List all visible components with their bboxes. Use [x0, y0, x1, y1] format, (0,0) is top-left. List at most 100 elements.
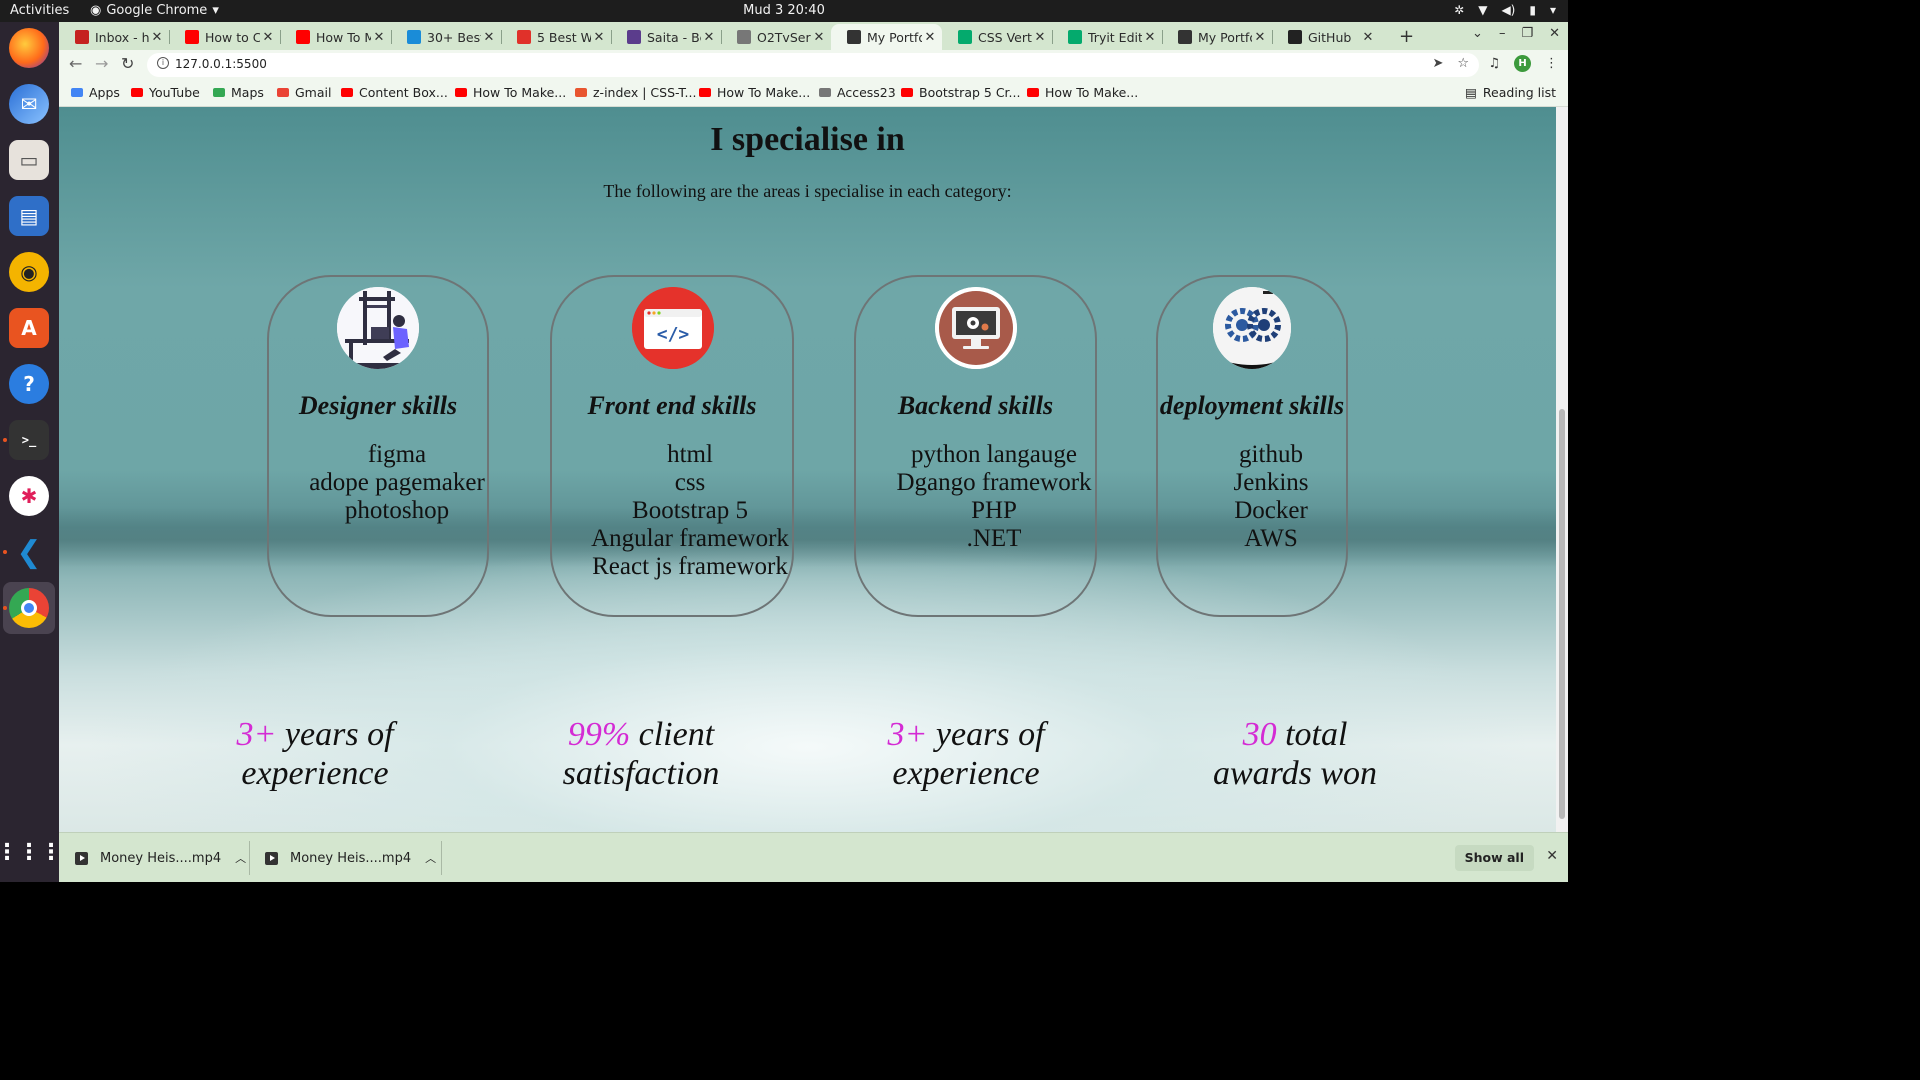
close-tab-icon[interactable]: ✕: [1142, 30, 1158, 45]
app-menu-label: Google Chrome: [106, 3, 208, 18]
stat-text: years of: [276, 716, 394, 753]
bookmark-item[interactable]: Bootstrap 5 Cr...: [901, 85, 1020, 100]
terminal-icon[interactable]: >_: [9, 420, 49, 460]
card-title: deployment skills: [1159, 391, 1345, 420]
bookmark-item[interactable]: Access23: [819, 85, 896, 100]
skill-item: python langauge: [911, 441, 1077, 468]
bookmark-item[interactable]: Gmail: [277, 85, 331, 100]
tab-1[interactable]: Inbox - he✕: [59, 24, 169, 50]
download-item[interactable]: Money Heis....mp4 ︿: [265, 833, 436, 883]
close-tab-icon[interactable]: ✕: [1360, 30, 1376, 45]
site-icon: [627, 30, 641, 44]
chevron-up-icon[interactable]: ︿: [235, 850, 246, 866]
gmail-icon: [75, 30, 89, 44]
site-icon: [407, 30, 421, 44]
back-button[interactable]: ←: [69, 54, 82, 73]
tab-title: How To M: [316, 29, 371, 45]
forward-button[interactable]: →: [95, 54, 108, 73]
reload-button[interactable]: ↻: [121, 54, 134, 73]
tab-search-icon[interactable]: ⌄: [1472, 26, 1483, 41]
bookmark-item[interactable]: How To Make...: [455, 85, 566, 100]
firefox-icon[interactable]: [9, 28, 49, 68]
bookmark-item[interactable]: Maps: [213, 85, 264, 100]
minimize-button[interactable]: –: [1499, 26, 1506, 41]
tab-10[interactable]: Tryit Edito✕: [1052, 24, 1162, 50]
tab-6[interactable]: Saita - Bes✕: [611, 24, 721, 50]
close-shelf-icon[interactable]: ✕: [1546, 848, 1558, 864]
vscode-icon[interactable]: ❮: [9, 532, 49, 572]
close-tab-icon[interactable]: ✕: [1252, 30, 1268, 45]
skills-list: html css Bootstrap 5 Angular framework R…: [552, 441, 828, 581]
thunderbird-icon[interactable]: ✉: [9, 84, 49, 124]
bookmark-item[interactable]: Content Box...: [341, 85, 448, 100]
bookmark-label: How To Make...: [473, 85, 567, 100]
tab-5[interactable]: 5 Best We✕: [501, 24, 611, 50]
skill-item: Angular framework: [591, 525, 789, 552]
chrome-icon[interactable]: [9, 588, 49, 628]
skill-item: React js framework: [592, 553, 788, 580]
stat-text-line2: satisfaction: [562, 755, 720, 792]
help-icon[interactable]: ?: [9, 364, 49, 404]
color-picker-icon: ✲: [1454, 3, 1465, 17]
bookmark-item[interactable]: How To Make...: [1027, 85, 1138, 100]
bookmark-item[interactable]: Apps: [71, 85, 120, 100]
close-tab-icon[interactable]: ✕: [811, 30, 827, 45]
dock: ✉ ▭ ▤ ◉ A ? >_ ✱ ❮ ⋮⋮⋮: [0, 22, 62, 882]
bookmark-item[interactable]: How To Make...: [699, 85, 810, 100]
tab-3[interactable]: How To M ✕: [280, 24, 391, 50]
media-controls-icon[interactable]: ♫: [1488, 56, 1500, 71]
files-icon[interactable]: ▭: [9, 140, 49, 180]
writer-icon[interactable]: ▤: [9, 196, 49, 236]
rhythmbox-icon[interactable]: ◉: [9, 252, 49, 292]
close-tab-icon[interactable]: ✕: [260, 30, 276, 45]
section-subtitle: The following are the areas i specialise…: [603, 181, 1012, 201]
close-tab-icon[interactable]: ✕: [371, 30, 387, 45]
tab-2[interactable]: How to Cr✕: [169, 24, 280, 50]
new-tab-button[interactable]: +: [1399, 26, 1414, 47]
tab-9[interactable]: CSS Vertic✕: [942, 24, 1052, 50]
tab-4[interactable]: 30+ Best S✕: [391, 24, 501, 50]
tab-8[interactable]: My Portfo ✕: [831, 24, 942, 50]
reading-list-button[interactable]: ▤ Reading list: [1465, 85, 1556, 100]
stat-highlight: 30: [1242, 716, 1277, 753]
show-apps-grid-icon[interactable]: ⋮⋮⋮: [0, 832, 62, 872]
close-tab-icon[interactable]: ✕: [1032, 30, 1048, 45]
app-menu[interactable]: ◉ Google Chrome ▾: [90, 3, 219, 18]
bookmarks-bar: Apps YouTube Maps Gmail Content Box... How To…: [59, 80, 1568, 107]
download-item[interactable]: Money Heis....mp4 ︿: [75, 833, 246, 883]
bookmark-star-icon[interactable]: ☆: [1457, 56, 1469, 71]
slack-icon[interactable]: ✱: [9, 476, 49, 516]
tab-7[interactable]: O2TvSerie✕: [721, 24, 831, 50]
activities-button[interactable]: Activities: [10, 3, 69, 18]
profile-avatar[interactable]: H: [1514, 55, 1531, 72]
close-tab-icon[interactable]: ✕: [149, 30, 165, 45]
skills-list: python langauge Dgango framework PHP .NE…: [856, 441, 1132, 553]
system-tray[interactable]: ✲ ▼ ◀) ▮ ▾: [1454, 3, 1556, 17]
software-center-icon[interactable]: A: [9, 308, 49, 348]
bookmark-label: Content Box...: [359, 85, 448, 100]
tab-11[interactable]: My Portfo ✕: [1162, 24, 1272, 50]
close-tab-icon[interactable]: ✕: [701, 30, 717, 45]
close-tab-icon[interactable]: ✕: [922, 30, 938, 45]
gears-icon: [1213, 287, 1291, 369]
site-info-icon[interactable]: i: [157, 57, 169, 69]
card-title: Backend skills: [897, 391, 1054, 420]
menu-kebab-icon[interactable]: ⋮: [1545, 56, 1558, 71]
bookmark-label: YouTube: [149, 85, 200, 100]
close-window-button[interactable]: ✕: [1549, 26, 1560, 41]
bookmark-item[interactable]: YouTube: [131, 85, 200, 100]
close-tab-icon[interactable]: ✕: [591, 30, 607, 45]
show-all-button[interactable]: Show all: [1454, 845, 1534, 871]
restore-button[interactable]: ❐: [1521, 26, 1533, 41]
send-tab-icon[interactable]: ➤: [1432, 56, 1443, 71]
close-tab-icon[interactable]: ✕: [481, 30, 497, 45]
reading-list-label: Reading list: [1482, 85, 1556, 100]
chevron-up-icon[interactable]: ︿: [425, 850, 436, 866]
url-text[interactable]: 127.0.0.1:5500: [175, 57, 267, 71]
bookmark-item[interactable]: z-index | CSS-T...: [575, 85, 696, 100]
clock[interactable]: Mud 3 20:40: [743, 3, 825, 18]
page-scrollbar[interactable]: [1556, 107, 1568, 832]
tab-12[interactable]: GitHub ✕: [1272, 24, 1380, 50]
address-bar[interactable]: i 127.0.0.1:5500 ➤ ☆: [147, 53, 1479, 77]
scrollbar-thumb[interactable]: [1559, 409, 1565, 819]
